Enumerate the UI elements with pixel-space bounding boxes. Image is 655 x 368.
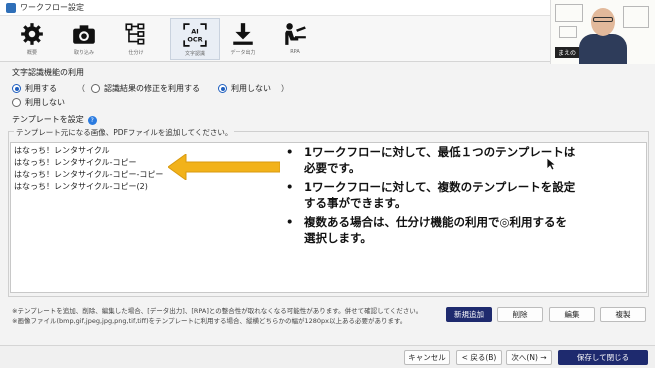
ai-ocr-icon: AI OCR xyxy=(183,23,207,47)
presenter-shirt xyxy=(579,34,627,64)
tool-overview[interactable]: 概要 xyxy=(7,18,57,60)
annotation-bullets: • 1ワークフローに対して、最低１つのテンプレートは必要です。 • 1ワークフローに… xyxy=(286,144,576,249)
ocr-icon-line1: AI xyxy=(191,27,198,35)
person-desk-icon xyxy=(285,23,306,45)
whiteboard-sketch xyxy=(623,6,649,28)
annotation-bullet-text: 1ワークフローに対して、最低１つのテンプレートは必要です。 xyxy=(304,145,576,175)
mouse-cursor-icon xyxy=(546,157,556,171)
annotation-bullet-text: 1ワークフローに対して、複数のテンプレートを設定する事ができます。 xyxy=(304,180,576,210)
save-close-button[interactable]: 保存して閉じる xyxy=(558,350,648,365)
whiteboard-sketch xyxy=(559,26,577,38)
tool-data-output-label: データ出力 xyxy=(230,50,256,56)
radio-ocr-nouse[interactable] xyxy=(12,98,21,107)
tool-sort[interactable]: 仕分け xyxy=(111,18,161,60)
paren-close: ） xyxy=(281,84,289,93)
ocr-use-radio-row: 利用する （ 認識結果の修正を利用する 利用しない ） xyxy=(12,83,295,94)
presenter-face xyxy=(591,8,615,36)
radio-ocr-use-label: 利用する xyxy=(25,84,57,93)
radio-ocr-nouse-label: 利用しない xyxy=(25,98,65,107)
list-item[interactable]: はなっち！レンタサイクル xyxy=(14,145,110,156)
radio-correction-use[interactable] xyxy=(91,84,100,93)
radio-ocr-use[interactable] xyxy=(12,84,21,93)
annotation-bullet-text: 複数ある場合は、仕分け機能の利用で◎利用するを選択します。 xyxy=(304,215,568,245)
sort-tree-icon xyxy=(125,23,145,45)
annotation-bullet: • 複数ある場合は、仕分け機能の利用で◎利用するを選択します。 xyxy=(286,214,576,246)
back-button[interactable]: < 戻る(B) xyxy=(456,350,502,365)
help-icon[interactable]: ? xyxy=(87,116,97,125)
tool-ocr-label: 文字認識 xyxy=(184,51,205,57)
app-icon xyxy=(6,2,16,13)
tool-overview-label: 概要 xyxy=(26,50,37,56)
presenter-name-tag: まえの xyxy=(555,47,580,58)
note-line-1: ※テンプレートを追加、削除、編集した場合、[データ出力]、[RPA]との整合性が… xyxy=(12,307,423,315)
tool-import[interactable]: 取り込み xyxy=(59,18,109,60)
add-template-button[interactable]: 新規追加 xyxy=(446,307,492,322)
note-line-2: ※画像ファイル(bmp,gif,jpeg,jpg,png,tif,tiff)をテ… xyxy=(12,317,407,325)
presenter-glasses xyxy=(593,17,613,22)
list-item[interactable]: はなっち！レンタサイクル-コピー-コピー xyxy=(14,169,163,180)
ocr-nouse-radio-row: 利用しない xyxy=(12,97,65,108)
template-group-caption: テンプレート元になる画像、PDFファイルを追加してください。 xyxy=(14,127,235,138)
template-title: テンプレートを設定 xyxy=(12,115,84,124)
whiteboard-sketch xyxy=(555,4,583,22)
delete-template-button[interactable]: 削除 xyxy=(497,307,543,322)
tool-import-label: 取り込み xyxy=(73,50,94,56)
template-section-title: テンプレートを設定? xyxy=(12,114,97,125)
radio-correction-nouse[interactable] xyxy=(218,84,227,93)
tool-data-output[interactable]: データ出力 xyxy=(218,18,268,60)
radio-correction-use-label: 認識結果の修正を利用する xyxy=(104,84,200,93)
tool-rpa[interactable]: RPA xyxy=(270,18,320,60)
radio-correction-nouse-label: 利用しない xyxy=(231,84,271,93)
camera-icon xyxy=(73,25,95,44)
list-item[interactable]: はなっち！レンタサイクル-コピー(2) xyxy=(14,181,148,192)
annotation-bullet: • 1ワークフローに対して、複数のテンプレートを設定する事ができます。 xyxy=(286,180,576,210)
presenter-webcam: まえの xyxy=(550,0,655,64)
cancel-button[interactable]: キャンセル xyxy=(404,350,450,365)
dialog-footer xyxy=(0,345,655,368)
copy-template-button[interactable]: 複製 xyxy=(600,307,646,322)
next-button[interactable]: 次へ(N) → xyxy=(506,350,552,365)
tool-sort-label: 仕分け xyxy=(128,50,144,56)
annotation-bullet: • 1ワークフローに対して、最低１つのテンプレートは必要です。 xyxy=(286,145,576,175)
tool-ocr[interactable]: AI OCR 文字認識 xyxy=(170,18,220,60)
annotation-arrow-icon xyxy=(168,154,280,180)
download-icon xyxy=(233,23,253,45)
paren-open: （ xyxy=(77,84,85,93)
ocr-feature-title: 文字認識機能の利用 xyxy=(12,68,84,77)
edit-template-button[interactable]: 編集 xyxy=(549,307,595,322)
list-item[interactable]: はなっち！レンタサイクル-コピー xyxy=(14,157,137,168)
tool-rpa-label: RPA xyxy=(290,49,300,55)
window-title: ワークフロー設定 xyxy=(20,3,84,12)
gear-icon xyxy=(21,23,43,45)
ocr-icon-line2: OCR xyxy=(187,36,202,44)
